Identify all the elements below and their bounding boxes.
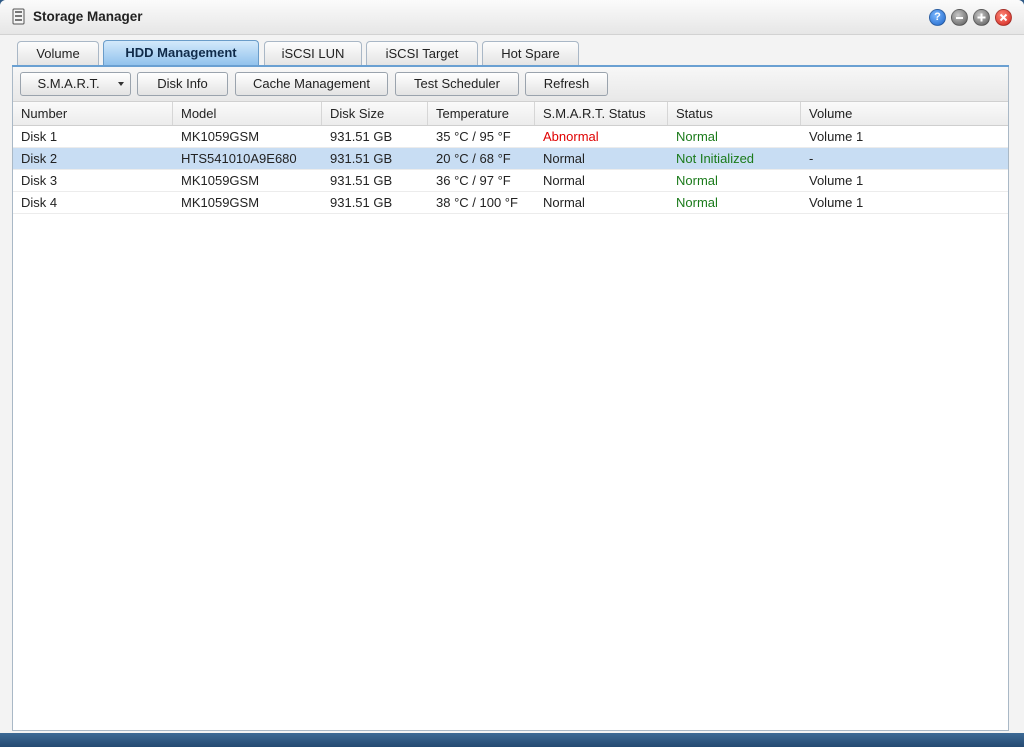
cell-smart-status: Abnormal: [543, 129, 599, 144]
cell-smart-status: Normal: [543, 151, 585, 166]
column-header-temperature[interactable]: Temperature: [428, 102, 535, 125]
tab-hdd-management[interactable]: HDD Management: [103, 40, 259, 66]
test-scheduler-button[interactable]: Test Scheduler: [395, 72, 519, 96]
disk-info-button[interactable]: Disk Info: [137, 72, 228, 96]
cell-number: Disk 2: [21, 151, 58, 166]
desktop-background: [0, 733, 1024, 747]
smart-dropdown-button[interactable]: S.M.A.R.T.: [20, 72, 131, 96]
table-row[interactable]: Disk 3 MK1059GSM 931.51 GB 36 °C / 97 °F…: [13, 170, 1008, 192]
cell-temperature: 36 °C / 97 °F: [436, 173, 511, 188]
table-row[interactable]: Disk 1 MK1059GSM 931.51 GB 35 °C / 95 °F…: [13, 126, 1008, 148]
hdd-management-panel: S.M.A.R.T. Disk Info Cache Management Te…: [12, 67, 1009, 731]
column-header-smart-status[interactable]: S.M.A.R.T. Status: [535, 102, 668, 125]
table-header: Number Model Disk Size Temperature S.M.A…: [13, 102, 1008, 126]
cell-temperature: 35 °C / 95 °F: [436, 129, 511, 144]
toolbar: S.M.A.R.T. Disk Info Cache Management Te…: [13, 67, 1008, 102]
close-icon[interactable]: [995, 9, 1012, 26]
maximize-icon[interactable]: [973, 9, 990, 26]
column-header-volume[interactable]: Volume: [801, 102, 1008, 125]
column-header-model[interactable]: Model: [173, 102, 322, 125]
cell-disk-size: 931.51 GB: [330, 195, 393, 210]
window-title: Storage Manager: [33, 9, 143, 24]
column-header-status[interactable]: Status: [668, 102, 801, 125]
help-icon[interactable]: ?: [929, 9, 946, 26]
column-header-number[interactable]: Number: [13, 102, 173, 125]
smart-button-label: S.M.A.R.T.: [37, 76, 100, 91]
column-header-disk-size[interactable]: Disk Size: [322, 102, 428, 125]
cell-volume: -: [809, 151, 814, 166]
cell-model: MK1059GSM: [181, 195, 260, 210]
cell-disk-size: 931.51 GB: [330, 151, 393, 166]
tab-hot-spare[interactable]: Hot Spare: [482, 41, 579, 65]
minimize-icon[interactable]: [951, 9, 968, 26]
tab-iscsi-target[interactable]: iSCSI Target: [366, 41, 478, 65]
cell-smart-status: Normal: [543, 195, 585, 210]
cell-smart-status: Normal: [543, 173, 585, 188]
cell-number: Disk 1: [21, 129, 58, 144]
tab-iscsi-lun[interactable]: iSCSI LUN: [264, 41, 362, 65]
cell-status: Normal: [676, 195, 718, 210]
table-row[interactable]: Disk 4 MK1059GSM 931.51 GB 38 °C / 100 °…: [13, 192, 1008, 214]
cell-temperature: 20 °C / 68 °F: [436, 151, 511, 166]
disk-table: Number Model Disk Size Temperature S.M.A…: [13, 102, 1008, 214]
cell-status: Normal: [676, 129, 718, 144]
refresh-button[interactable]: Refresh: [525, 72, 608, 96]
cell-volume: Volume 1: [809, 129, 864, 144]
cell-volume: Volume 1: [809, 173, 864, 188]
cell-disk-size: 931.51 GB: [330, 173, 393, 188]
cell-model: MK1059GSM: [181, 129, 260, 144]
title-bar[interactable]: Storage Manager ?: [0, 0, 1024, 35]
cell-status: Normal: [676, 173, 718, 188]
tab-bar: Volume HDD Management iSCSI LUN iSCSI Ta…: [0, 40, 1024, 66]
cell-temperature: 38 °C / 100 °F: [436, 195, 518, 210]
storage-manager-window: Storage Manager ? Volume HDD Management …: [0, 0, 1024, 747]
cell-status: Not Initialized: [676, 151, 755, 166]
cache-management-button[interactable]: Cache Management: [235, 72, 388, 96]
tab-volume[interactable]: Volume: [17, 41, 99, 65]
chevron-down-icon: [118, 82, 124, 86]
cell-model: HTS541010A9E680: [181, 151, 297, 166]
cell-model: MK1059GSM: [181, 173, 260, 188]
cell-number: Disk 3: [21, 173, 58, 188]
storage-manager-icon: [11, 8, 27, 25]
table-row[interactable]: Disk 2 HTS541010A9E680 931.51 GB 20 °C /…: [13, 148, 1008, 170]
cell-disk-size: 931.51 GB: [330, 129, 393, 144]
cell-number: Disk 4: [21, 195, 58, 210]
cell-volume: Volume 1: [809, 195, 864, 210]
